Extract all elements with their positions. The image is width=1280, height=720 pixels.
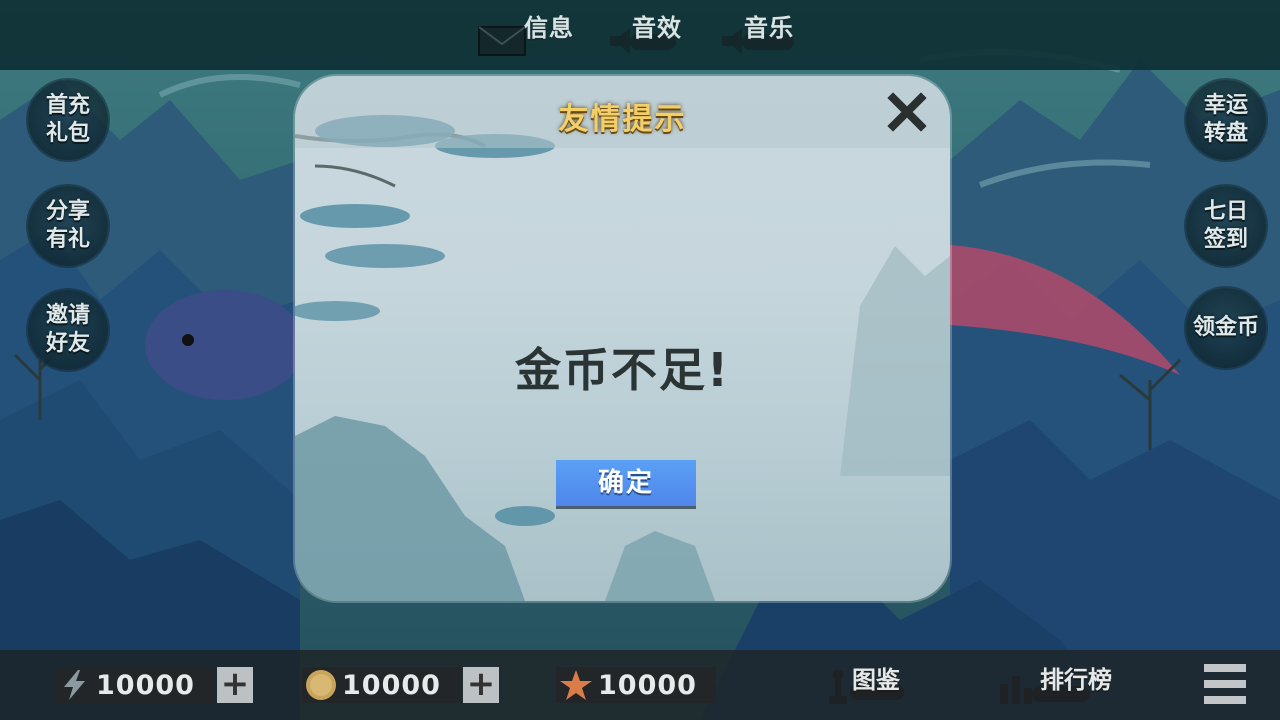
share-button[interactable]: 分享 有礼 bbox=[28, 186, 108, 266]
hamburger-menu-icon bbox=[1204, 664, 1246, 704]
sound-button[interactable]: 音效 bbox=[608, 8, 682, 58]
lightning-icon bbox=[64, 670, 85, 700]
notice-dialog: 友情提示 金币不足! 确定 bbox=[295, 76, 950, 601]
energy-value: 10000 bbox=[96, 669, 195, 701]
invite-label-2: 好友 bbox=[45, 331, 90, 356]
add-energy-button[interactable]: + bbox=[217, 667, 253, 703]
lucky-wheel-button[interactable]: 幸运 转盘 bbox=[1186, 80, 1266, 160]
lucky-wheel-label-1: 幸运 bbox=[1203, 93, 1248, 118]
invite-friends-button[interactable]: 邀请 好友 bbox=[28, 290, 108, 370]
close-button[interactable] bbox=[887, 92, 927, 132]
first-recharge-label-2: 礼包 bbox=[45, 121, 90, 146]
seven-day-label-2: 签到 bbox=[1203, 227, 1248, 252]
message-label: 信息 bbox=[524, 14, 574, 42]
coin-icon bbox=[306, 670, 336, 700]
dialog-message: 金币不足! bbox=[515, 343, 730, 397]
sound-label: 音效 bbox=[632, 14, 682, 42]
star-value: 10000 bbox=[598, 669, 697, 701]
atlas-label: 图鉴 bbox=[852, 666, 900, 694]
dialog-title: 友情提示 bbox=[558, 102, 687, 137]
message-button[interactable]: 信息 bbox=[478, 8, 574, 58]
coin-counter: 10000 bbox=[302, 667, 462, 703]
share-label-2: 有礼 bbox=[45, 227, 90, 252]
chess-piece-icon bbox=[829, 670, 847, 704]
share-label-1: 分享 bbox=[45, 199, 90, 224]
star-icon bbox=[560, 670, 592, 700]
atlas-button[interactable]: 图鉴 bbox=[826, 660, 906, 706]
coin-value: 10000 bbox=[342, 669, 441, 701]
ranking-label: 排行榜 bbox=[1040, 666, 1112, 694]
close-icon bbox=[887, 92, 927, 132]
star-counter: 10000 bbox=[556, 667, 716, 703]
add-coin-button[interactable]: + bbox=[463, 667, 499, 703]
plus-icon: + bbox=[220, 664, 250, 704]
ranking-button[interactable]: 排行榜 bbox=[998, 660, 1118, 706]
energy-counter: 10000 bbox=[56, 667, 216, 703]
seven-day-signin-button[interactable]: 七日 签到 bbox=[1186, 186, 1266, 266]
music-label: 音乐 bbox=[744, 14, 794, 42]
seven-day-label-1: 七日 bbox=[1203, 199, 1248, 224]
mail-icon bbox=[478, 26, 526, 56]
first-recharge-label-1: 首充 bbox=[45, 93, 90, 118]
first-recharge-button[interactable]: 首充 礼包 bbox=[28, 80, 108, 160]
collect-gold-label: 领金币 bbox=[1192, 315, 1259, 340]
confirm-button[interactable]: 确定 bbox=[556, 460, 696, 509]
plus-icon: + bbox=[466, 664, 496, 704]
top-bar: 信息 音效 音乐 bbox=[0, 0, 1280, 70]
music-button[interactable]: 音乐 bbox=[720, 8, 794, 58]
invite-label-1: 邀请 bbox=[45, 303, 90, 328]
menu-button[interactable] bbox=[1202, 662, 1248, 706]
collect-gold-button[interactable]: 领金币 bbox=[1186, 288, 1266, 368]
lucky-wheel-label-2: 转盘 bbox=[1203, 121, 1248, 146]
